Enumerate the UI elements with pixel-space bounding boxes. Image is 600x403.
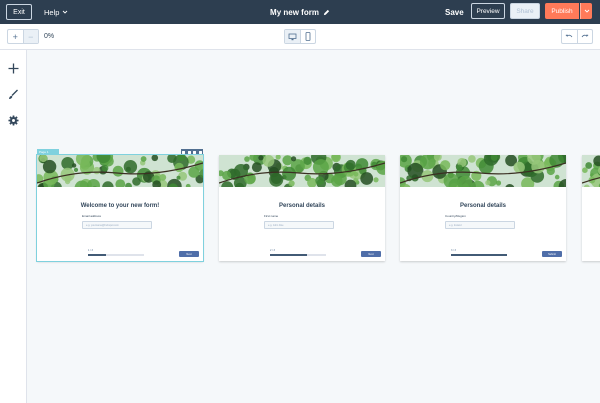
desktop-view-button[interactable]: [285, 30, 301, 43]
tree-canopy-image: [582, 155, 600, 187]
zoom-in-button[interactable]: +: [8, 30, 23, 43]
redo-icon: [581, 34, 589, 37]
top-navigation-bar: Exit Help My new form Save Preview Share…: [0, 0, 600, 24]
next-button[interactable]: Next: [361, 251, 381, 257]
brush-icon: [9, 89, 18, 99]
zoom-out-button[interactable]: −: [22, 30, 38, 43]
progress-bar: [270, 254, 326, 256]
delete-icon[interactable]: [198, 150, 202, 154]
field-label: Email address: [82, 214, 102, 218]
hero-image: [400, 155, 566, 187]
tree-canopy-image: [219, 155, 385, 187]
form-title: My new form: [270, 7, 319, 17]
desktop-icon: [288, 33, 297, 40]
progress-label: 1 / 3: [88, 249, 93, 252]
submit-button[interactable]: Submit: [542, 251, 562, 257]
add-element-button[interactable]: [6, 61, 21, 76]
history-controls: [561, 29, 593, 44]
field-input[interactable]: e.g. John Doe: [264, 221, 334, 229]
next-button[interactable]: Next: [179, 251, 199, 257]
tree-canopy-image: [37, 155, 203, 187]
progress-label: 3 / 3: [451, 249, 456, 252]
undo-icon: [565, 34, 573, 37]
progress-label: 2 / 3: [270, 249, 275, 252]
plus-icon: [8, 63, 19, 74]
mobile-view-button[interactable]: [301, 30, 316, 43]
left-sidebar: [0, 50, 27, 403]
zoom-level: 0%: [44, 33, 55, 40]
device-preview-toggle: [284, 29, 316, 44]
save-button[interactable]: Save: [445, 4, 464, 20]
gear-icon: [8, 115, 19, 126]
settings-button[interactable]: [6, 113, 21, 128]
share-button[interactable]: Share: [510, 3, 540, 19]
form-page-card-partial[interactable]: [582, 155, 600, 261]
chevron-down-icon: [584, 9, 589, 13]
hero-image: [37, 155, 203, 187]
undo-button[interactable]: [562, 30, 577, 43]
editor-toolbar: + − 0%: [0, 24, 600, 50]
edit-icon[interactable]: [187, 150, 191, 154]
field-input[interactable]: e.g. Ireland: [445, 221, 515, 229]
form-page-card[interactable]: Personal details First name e.g. John Do…: [219, 155, 385, 261]
form-page-card[interactable]: Welcome to your new form! Email address …: [36, 154, 204, 262]
page-heading: Personal details: [459, 203, 507, 209]
page-heading: Welcome to your new form!: [80, 203, 160, 209]
redo-button[interactable]: [576, 30, 593, 43]
progress-fill: [270, 254, 307, 256]
clone-icon[interactable]: [182, 150, 186, 154]
style-button[interactable]: [6, 87, 21, 102]
page-heading: Personal details: [278, 203, 326, 209]
preview-button[interactable]: Preview: [471, 3, 505, 19]
zoom-controls: + −: [7, 29, 39, 44]
publish-options-button[interactable]: [580, 3, 592, 19]
publish-button[interactable]: Publish: [545, 3, 579, 19]
form-page-card[interactable]: Personal details Country/Region e.g. Ire…: [400, 155, 566, 261]
mobile-icon: [305, 32, 311, 41]
move-icon[interactable]: [193, 150, 197, 154]
progress-bar: [88, 254, 144, 256]
field-label: First name: [264, 214, 279, 218]
hero-image: [219, 155, 385, 187]
tree-canopy-image: [400, 155, 566, 187]
field-input[interactable]: e.g. yourname@hubspot.com: [82, 221, 152, 229]
progress-bar: [451, 254, 507, 256]
progress-fill: [88, 254, 107, 256]
progress-fill: [451, 254, 507, 256]
pencil-icon[interactable]: [323, 9, 330, 16]
field-label: Country/Region: [445, 214, 466, 218]
